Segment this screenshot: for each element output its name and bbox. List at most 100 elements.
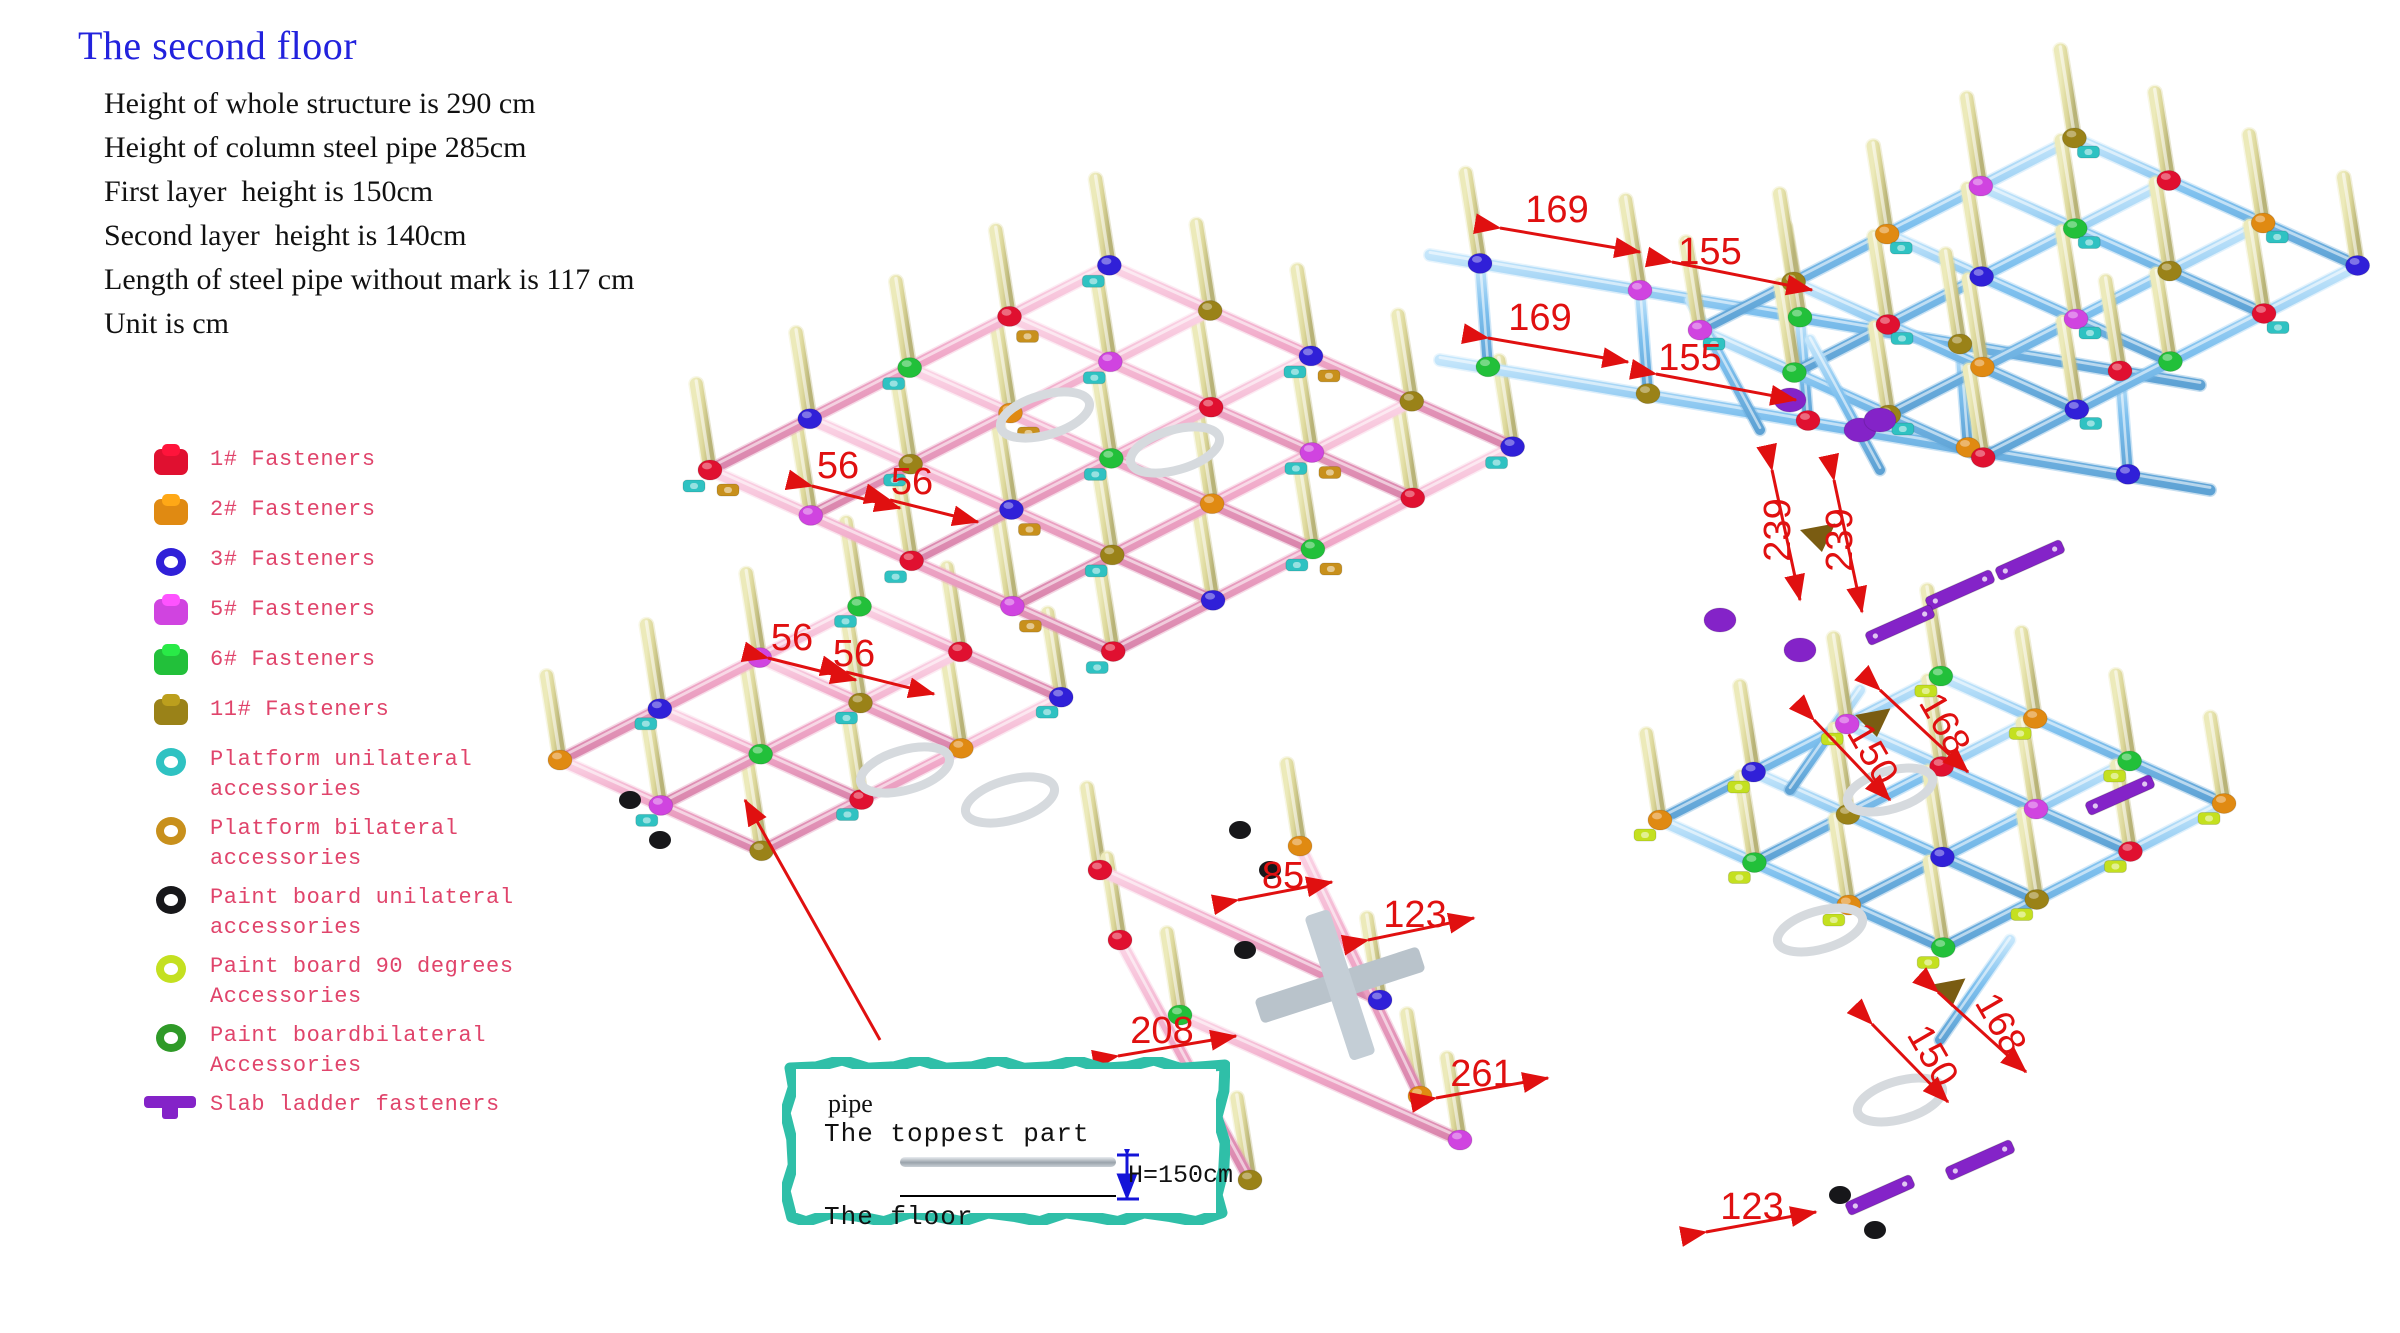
callout-inner: pipe The toppest part The floor H=150cm (796, 1069, 1233, 1232)
dimension-label: 261 (1450, 1053, 1513, 1095)
diagram-canvas: The second floor Height of whole structu… (0, 0, 2400, 1333)
slab-ladder-joint (1783, 637, 1817, 663)
paint-board-unilateral-accessory (1864, 1221, 1886, 1239)
blue-joint (1968, 175, 1994, 197)
blue-joint (2024, 888, 2050, 910)
pink-joint (1447, 1129, 1473, 1151)
blue-joint (1930, 936, 1956, 958)
blue-joint (1969, 356, 1995, 378)
blue-joint (1875, 313, 1901, 335)
pink-joint (1200, 589, 1226, 611)
blue-joint (1969, 265, 1995, 287)
pink-joint (947, 641, 973, 663)
blue-joint (1741, 761, 1767, 783)
pink-joint (899, 550, 925, 572)
dimension-label: 239 (1757, 498, 1799, 561)
blue-joint (1929, 846, 1955, 868)
slab-ladder-joint (1703, 607, 1737, 633)
dimension-line (1461, 323, 1630, 369)
blue-joint (1627, 279, 1653, 301)
blue-joint (2156, 169, 2182, 191)
pink-joint (747, 647, 773, 669)
pink-joint (1500, 436, 1526, 458)
callout-box: pipe The toppest part The floor H=150cm (782, 1057, 1233, 1232)
callout-pipe-bar (900, 1157, 1116, 1167)
pink-joint (1300, 538, 1326, 560)
blue-joint (2061, 127, 2087, 149)
pink-joint (1367, 989, 1393, 1011)
paint-board-unilateral-accessory (619, 791, 641, 809)
blue-joint (1781, 361, 1807, 383)
blue-joint (2157, 260, 2183, 282)
pink-joint (1287, 835, 1313, 857)
callout-floor-line (900, 1195, 1116, 1197)
slab-ladder-fastener (1845, 1174, 1915, 1216)
dimension-line (1473, 213, 1642, 259)
blue-joint (2062, 217, 2088, 239)
paint-board-unilateral-accessory (1229, 821, 1251, 839)
blue-joint (1467, 252, 1493, 274)
pink-joint (1197, 300, 1223, 322)
blue-joint (1795, 409, 1821, 431)
pink-joint (1099, 544, 1125, 566)
blue-joint (1475, 356, 1501, 378)
pink-joint (748, 743, 774, 765)
blue-joint (2022, 707, 2048, 729)
blue-joint (2117, 840, 2143, 862)
dimension-label: 208 (1130, 1010, 1193, 1052)
pink-joint (1298, 345, 1324, 367)
callout-pipe-label: pipe (828, 1089, 873, 1118)
dimension-label: 56 (891, 461, 933, 503)
dimension-label: 123 (1383, 894, 1446, 936)
paint-board-unilateral-accessory (649, 831, 671, 849)
dimension-label: 123 (1720, 1186, 1783, 1228)
pink-joint (697, 459, 723, 481)
dimension-label: 155 (1678, 231, 1741, 273)
blue-joint (2063, 308, 2089, 330)
blue-joint (2345, 254, 2371, 276)
pink-joint (1198, 396, 1224, 418)
pink-joint (647, 698, 673, 720)
slab-ladder-joint (1863, 407, 1897, 433)
pink-joint (897, 357, 923, 379)
blue-joint (2251, 302, 2277, 324)
grey-hose-ring (1772, 903, 1868, 957)
blue-joint (1635, 383, 1661, 405)
pink-joint (1097, 351, 1123, 373)
blue-joint (2211, 792, 2237, 814)
slab-ladder-fastener (1945, 1139, 2015, 1181)
callout-height-label: H=150cm (1128, 1161, 1234, 1190)
pink-joint (1399, 390, 1425, 412)
pink-joint (1400, 487, 1426, 509)
pink-joint (998, 499, 1024, 521)
dimension-label: 56 (771, 617, 813, 659)
blue-joint (1874, 223, 1900, 245)
paint-board-unilateral-accessory (1829, 1186, 1851, 1204)
blue-joint (1947, 333, 1973, 355)
grey-hose-ring (960, 772, 1060, 828)
pink-joint (648, 794, 674, 816)
pink-joint (1237, 1169, 1263, 1191)
dimension-label: 85 (1262, 855, 1304, 897)
pink-joint (1107, 929, 1133, 951)
blue-joint (2115, 463, 2141, 485)
pink-joint (798, 504, 824, 526)
pink-joint (1199, 493, 1225, 515)
blue-joint (2157, 350, 2183, 372)
pink-joint (797, 408, 823, 430)
pink-joint (999, 595, 1025, 617)
blue-joint (2117, 750, 2143, 772)
blue-joint (2250, 212, 2276, 234)
pink-joint (1407, 1085, 1433, 1107)
pink-joint (847, 692, 873, 714)
slab-ladder-fastener (1995, 539, 2065, 581)
dimension-label: 239 (1819, 508, 1861, 571)
blue-joint (1741, 851, 1767, 873)
callout-floor-label: The floor (824, 1202, 974, 1232)
dimension-label: 169 (1525, 189, 1588, 231)
pink-joint (547, 749, 573, 771)
dimension-label: 56 (817, 445, 859, 487)
pink-joint (1100, 640, 1126, 662)
callout-toppest-label: The toppest part (824, 1119, 1090, 1149)
dimension-label: 155 (1658, 337, 1721, 379)
